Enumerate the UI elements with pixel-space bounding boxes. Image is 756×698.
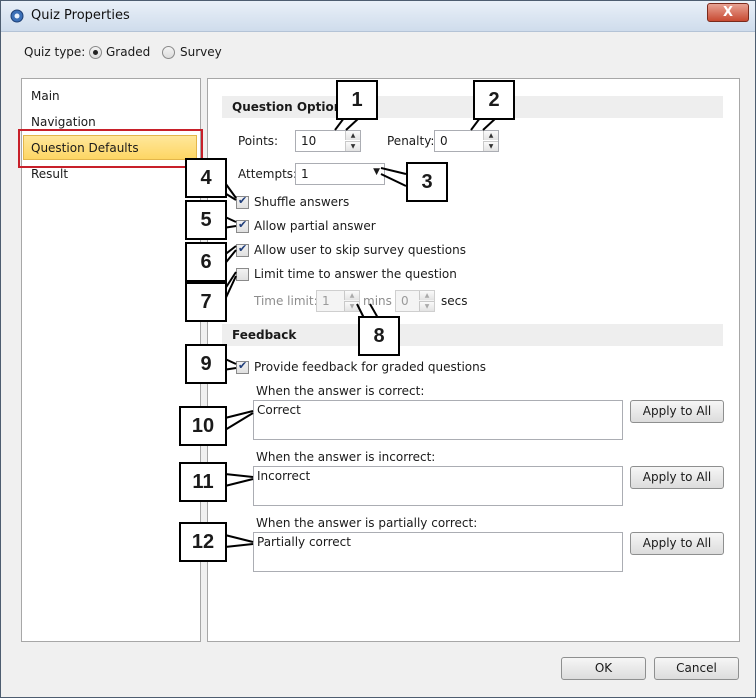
penalty-down-icon[interactable]: ▼ xyxy=(483,141,498,151)
allow-partial-label: Allow partial answer xyxy=(254,219,376,233)
nav-item-navigation[interactable]: Navigation xyxy=(31,115,96,129)
penalty-label: Penalty: xyxy=(387,134,435,148)
callout-7: 7 xyxy=(185,282,227,322)
quiz-type-label: Quiz type: xyxy=(24,45,86,59)
feedback-header: Feedback xyxy=(222,324,723,346)
graded-radio[interactable] xyxy=(89,46,102,59)
partial-feedback-textarea[interactable]: Partially correct xyxy=(253,532,623,572)
mins-spinner[interactable]: 1 ▲ ▼ xyxy=(316,290,360,312)
skip-survey-checkbox[interactable] xyxy=(236,242,249,257)
incorrect-feedback-label: When the answer is incorrect: xyxy=(256,450,436,464)
attempts-dropdown[interactable]: 1 ▼ xyxy=(295,163,385,185)
correct-feedback-textarea[interactable]: Correct xyxy=(253,400,623,440)
survey-radio[interactable] xyxy=(162,46,175,59)
mins-label: mins xyxy=(363,294,392,308)
gear-icon xyxy=(10,9,24,23)
limit-time-label: Limit time to answer the question xyxy=(254,267,457,281)
points-label: Points: xyxy=(238,134,279,148)
selection-highlight-outline xyxy=(18,129,203,168)
penalty-spinner[interactable]: 0 ▲ ▼ xyxy=(434,130,499,152)
attempts-value: 1 xyxy=(301,167,309,181)
shuffle-answers-label: Shuffle answers xyxy=(254,195,350,209)
partial-feedback-value: Partially correct xyxy=(257,535,351,549)
points-up-icon[interactable]: ▲ xyxy=(345,131,360,140)
points-down-icon[interactable]: ▼ xyxy=(345,141,360,151)
correct-feedback-value: Correct xyxy=(257,403,301,417)
callout-4: 4 xyxy=(185,158,227,198)
shuffle-answers-checkbox[interactable] xyxy=(236,194,249,209)
apply-incorrect-button[interactable]: Apply to All xyxy=(630,466,724,489)
provide-feedback-label: Provide feedback for graded questions xyxy=(254,360,486,374)
ok-button[interactable]: OK xyxy=(561,657,646,680)
attempts-label: Attempts: xyxy=(238,167,298,181)
apply-correct-button[interactable]: Apply to All xyxy=(630,400,724,423)
limit-time-checkbox[interactable] xyxy=(236,268,249,281)
apply-partial-button[interactable]: Apply to All xyxy=(630,532,724,555)
secs-label: secs xyxy=(441,294,468,308)
secs-down-icon[interactable]: ▼ xyxy=(419,301,434,311)
correct-feedback-label: When the answer is correct: xyxy=(256,384,425,398)
points-value: 10 xyxy=(301,134,317,148)
callout-11: 11 xyxy=(179,462,227,502)
cancel-button[interactable]: Cancel xyxy=(654,657,739,680)
mins-up-icon[interactable]: ▲ xyxy=(344,291,359,300)
provide-feedback-checkbox[interactable] xyxy=(236,359,249,374)
nav-item-result[interactable]: Result xyxy=(31,167,68,181)
mins-value: 1 xyxy=(322,294,330,308)
secs-spinner[interactable]: 0 ▲ ▼ xyxy=(395,290,435,312)
penalty-up-icon[interactable]: ▲ xyxy=(483,131,498,140)
callout-10: 10 xyxy=(179,406,227,446)
survey-radio-label: Survey xyxy=(180,45,222,59)
callout-8: 8 xyxy=(358,316,400,356)
penalty-value: 0 xyxy=(440,134,448,148)
callout-1: 1 xyxy=(336,80,378,120)
allow-partial-checkbox[interactable] xyxy=(236,218,249,233)
close-button[interactable]: X xyxy=(707,3,749,22)
secs-value: 0 xyxy=(401,294,409,308)
callout-9: 9 xyxy=(185,344,227,384)
incorrect-feedback-textarea[interactable]: Incorrect xyxy=(253,466,623,506)
nav-item-main[interactable]: Main xyxy=(31,89,60,103)
partial-feedback-label: When the answer is partially correct: xyxy=(256,516,478,530)
callout-12: 12 xyxy=(179,522,227,562)
graded-radio-label: Graded xyxy=(106,45,151,59)
callout-3: 3 xyxy=(406,162,448,202)
time-limit-label: Time limit: xyxy=(254,294,318,308)
mins-down-icon[interactable]: ▼ xyxy=(344,301,359,311)
window-title: Quiz Properties xyxy=(31,8,130,23)
chevron-down-icon: ▼ xyxy=(373,167,380,177)
points-spinner[interactable]: 10 ▲ ▼ xyxy=(295,130,361,152)
callout-6: 6 xyxy=(185,242,227,282)
secs-up-icon[interactable]: ▲ xyxy=(419,291,434,300)
skip-survey-label: Allow user to skip survey questions xyxy=(254,243,466,257)
callout-2: 2 xyxy=(473,80,515,120)
title-bar[interactable]: Quiz Properties X xyxy=(1,1,755,32)
incorrect-feedback-value: Incorrect xyxy=(257,469,311,483)
callout-5: 5 xyxy=(185,200,227,240)
